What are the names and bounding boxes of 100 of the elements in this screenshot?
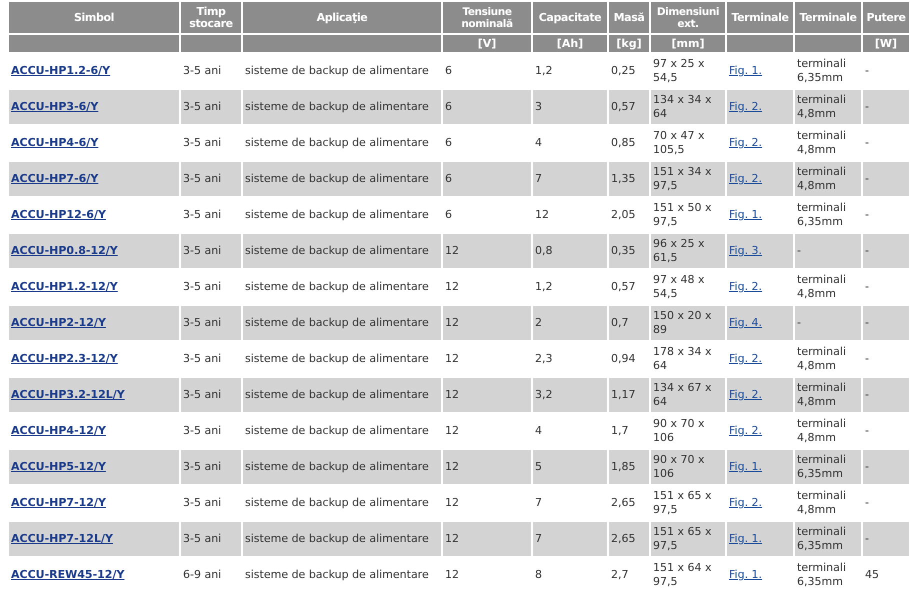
product-link[interactable]: ACCU-HP1.2-6/Y xyxy=(11,64,110,77)
table-cell: terminali 4,8mm xyxy=(797,93,846,120)
product-link[interactable]: ACCU-HP5-12/Y xyxy=(11,460,106,473)
figure-link[interactable]: Fig. 1. xyxy=(729,208,762,221)
figure-link[interactable]: Fig. 2. xyxy=(729,352,762,365)
figure-link[interactable]: Fig. 2. xyxy=(729,280,762,293)
table-cell: 12 xyxy=(535,208,549,221)
product-link[interactable]: ACCU-HP3.2-12L/Y xyxy=(11,388,125,401)
product-link[interactable]: ACCU-HP7-12L/Y xyxy=(11,532,113,545)
table-cell: 3-5 ani xyxy=(183,460,222,473)
table-cell: 6 xyxy=(445,100,452,113)
product-link[interactable]: ACCU-HP4-6/Y xyxy=(11,136,98,149)
figure-link[interactable]: Fig. 3. xyxy=(729,244,762,257)
table-cell: terminali 6,35mm xyxy=(797,57,846,84)
table-cell: 3-5 ani xyxy=(183,388,222,401)
table-cell: 4 xyxy=(535,136,542,149)
unit-header: [W] xyxy=(863,35,909,52)
table-cell: 151 x 50 x 97,5 xyxy=(653,201,712,228)
table-cell: 134 x 34 x 64 xyxy=(653,93,712,120)
product-link[interactable]: ACCU-HP1.2-12/Y xyxy=(11,280,118,293)
table-cell: - xyxy=(865,208,869,221)
table-cell: 90 x 70 x 106 xyxy=(653,453,705,480)
figure-link[interactable]: Fig. 4. xyxy=(729,316,762,329)
table-cell: 0,94 xyxy=(611,352,636,365)
table-cell: 134 x 67 x 64 xyxy=(653,381,712,408)
figure-link[interactable]: Fig. 2. xyxy=(729,136,762,149)
product-link[interactable]: ACCU-HP12-6/Y xyxy=(11,208,106,221)
table-cell: 6-9 ani xyxy=(183,568,222,581)
product-link[interactable]: ACCU-HP7-6/Y xyxy=(11,172,98,185)
table-cell: terminali 4,8mm xyxy=(797,489,846,516)
figure-link[interactable]: Fig. 1. xyxy=(729,64,762,77)
table-cell: 5 xyxy=(535,460,542,473)
product-link[interactable]: ACCU-HP2.3-12/Y xyxy=(11,352,118,365)
table-cell: 2,65 xyxy=(611,496,636,509)
figure-link[interactable]: Fig. 1. xyxy=(729,568,762,581)
product-link[interactable]: ACCU-HP7-12/Y xyxy=(11,496,106,509)
table-cell: 150 x 20 x 89 xyxy=(653,309,712,336)
table-cell: 12 xyxy=(445,496,459,509)
unit-header: [Ah] xyxy=(533,35,607,52)
table-cell: sisteme de backup de alimentare xyxy=(245,424,429,437)
table-cell: 0,25 xyxy=(611,64,636,77)
column-header: Aplicaţie xyxy=(243,2,441,33)
table-cell: sisteme de backup de alimentare xyxy=(245,100,429,113)
table-cell: sisteme de backup de alimentare xyxy=(245,280,429,293)
product-link[interactable]: ACCU-HP4-12/Y xyxy=(11,424,106,437)
figure-link[interactable]: Fig. 2. xyxy=(729,388,762,401)
column-header: Tensiune nominală xyxy=(443,2,531,33)
table-cell: sisteme de backup de alimentare xyxy=(245,532,429,545)
product-link[interactable]: ACCU-REW45-12/Y xyxy=(11,568,124,581)
table-cell: - xyxy=(865,64,869,77)
table-cell: 2,7 xyxy=(611,568,628,581)
table-cell: sisteme de backup de alimentare xyxy=(245,208,429,221)
figure-link[interactable]: Fig. 2. xyxy=(729,100,762,113)
table-cell: 151 x 65 x 97,5 xyxy=(653,489,712,516)
table-cell: 6 xyxy=(445,172,452,185)
figure-link[interactable]: Fig. 2. xyxy=(729,424,762,437)
table-cell: 3-5 ani xyxy=(183,532,222,545)
product-link[interactable]: ACCU-HP0.8-12/Y xyxy=(11,244,118,257)
table-cell: 3-5 ani xyxy=(183,352,222,365)
table-cell: 0,85 xyxy=(611,136,636,149)
table-cell: 3-5 ani xyxy=(183,424,222,437)
table-cell: 7 xyxy=(535,172,542,185)
table-cell: 151 x 64 x 97,5 xyxy=(653,561,712,588)
table-cell: - xyxy=(865,316,869,329)
product-link[interactable]: ACCU-HP3-6/Y xyxy=(11,100,98,113)
figure-link[interactable]: Fig. 1. xyxy=(729,532,762,545)
product-link[interactable]: ACCU-HP2-12/Y xyxy=(11,316,106,329)
table-cell: 3-5 ani xyxy=(183,136,222,149)
table-cell: terminali 6,35mm xyxy=(797,525,846,552)
table-cell: - xyxy=(865,172,869,185)
table-cell: 12 xyxy=(445,424,459,437)
table-cell: 12 xyxy=(445,388,459,401)
table-cell: sisteme de backup de alimentare xyxy=(245,496,429,509)
table-cell: 3-5 ani xyxy=(183,100,222,113)
table-cell: 178 x 34 x 64 xyxy=(653,345,712,372)
table-cell: 1,2 xyxy=(535,280,552,293)
table-cell: - xyxy=(865,280,869,293)
unit-header: [kg] xyxy=(609,35,649,52)
table-cell: 70 x 47 x 105,5 xyxy=(653,129,705,156)
table-cell: - xyxy=(865,460,869,473)
table-cell: - xyxy=(797,316,801,329)
table-cell: sisteme de backup de alimentare xyxy=(245,460,429,473)
table-cell: 2,05 xyxy=(611,208,636,221)
table-cell: 3,2 xyxy=(535,388,552,401)
table-cell: 6 xyxy=(445,136,452,149)
table-cell: 1,2 xyxy=(535,64,552,77)
table-cell: 6 xyxy=(445,208,452,221)
table-cell: 96 x 25 x 61,5 xyxy=(653,237,705,264)
table-cell: terminali 4,8mm xyxy=(797,345,846,372)
table-cell: 0,57 xyxy=(611,280,636,293)
table-cell: sisteme de backup de alimentare xyxy=(245,64,429,77)
figure-link[interactable]: Fig. 2. xyxy=(729,496,762,509)
table-cell: 1,35 xyxy=(611,172,636,185)
table-cell: 97 x 48 x 54,5 xyxy=(653,273,705,300)
table-cell: 0,7 xyxy=(611,316,628,329)
table-cell: 12 xyxy=(445,280,459,293)
figure-link[interactable]: Fig. 2. xyxy=(729,172,762,185)
figure-link[interactable]: Fig. 1. xyxy=(729,460,762,473)
table-cell: 12 xyxy=(445,316,459,329)
table-cell: - xyxy=(865,424,869,437)
